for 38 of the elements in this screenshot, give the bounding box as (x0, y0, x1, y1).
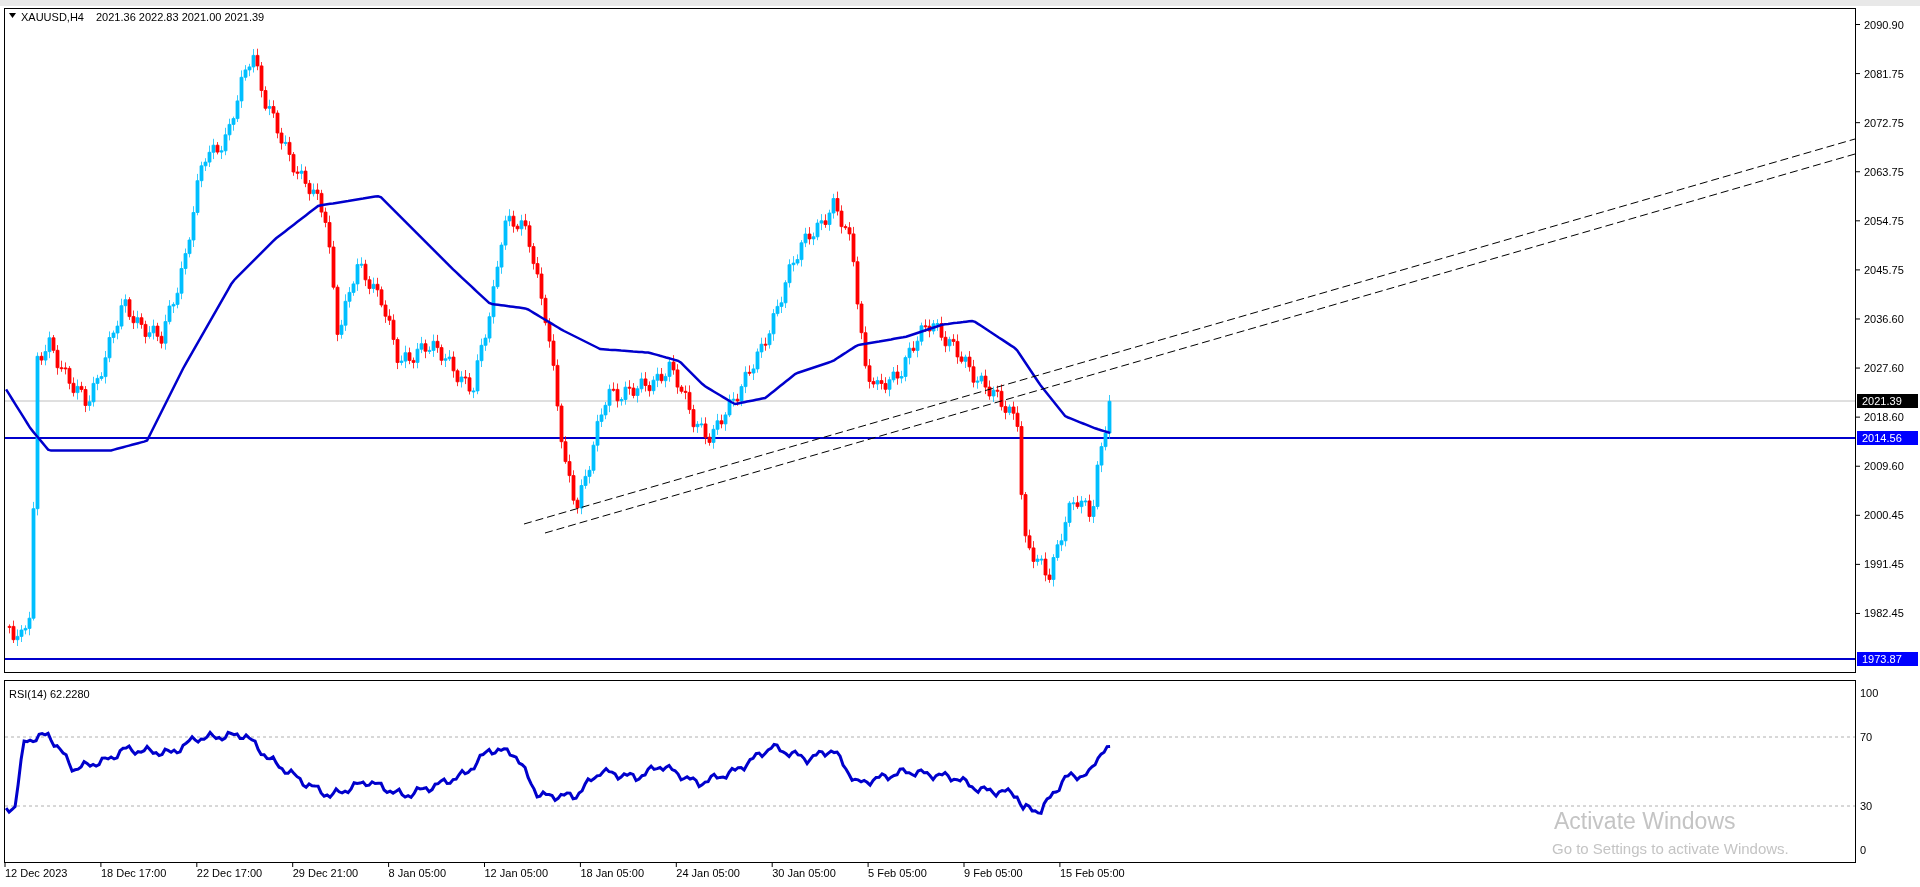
price-axis-label: 2045.75 (1864, 263, 1904, 276)
price-axis-label: 2018.60 (1864, 411, 1904, 424)
time-axis-label: 15 Feb 05:00 (1059, 867, 1125, 879)
time-axis-label: 30 Jan 05:00 (772, 867, 836, 879)
indicator-label: RSI(14) 62.2280 (9, 688, 90, 700)
price-axis-label: 2054.75 (1864, 214, 1904, 227)
price-tag: 2021.39 (1857, 394, 1918, 408)
time-axis-label: 18 Dec 17:00 (100, 867, 167, 879)
price-axis-label: 1982.45 (1864, 607, 1904, 620)
price-tag: 2014.56 (1857, 431, 1918, 445)
price-axis-label: 1991.45 (1864, 558, 1904, 571)
time-axis-label: 12 Jan 05:00 (484, 867, 549, 879)
time-axis-label: 22 Dec 17:00 (196, 867, 263, 879)
time-axis-label: 9 Feb 05:00 (964, 867, 1023, 879)
time-axis-label: 8 Jan 05:00 (388, 867, 447, 879)
price-tag: 1973.87 (1857, 652, 1918, 666)
price-axis-label: 2000.45 (1864, 509, 1904, 522)
dropdown-icon[interactable] (9, 13, 16, 18)
indicator-axis-label: 70 (1860, 731, 1873, 743)
indicator-axis-label: 30 (1860, 800, 1873, 812)
price-axis-label: 2072.75 (1864, 116, 1904, 129)
price-axis-label: 2081.75 (1864, 67, 1904, 80)
time-axis-label: 24 Jan 05:00 (676, 867, 740, 879)
time-axis-label: 12 Dec 2023 (5, 867, 68, 879)
time-axis-label: 29 Dec 21:00 (292, 867, 359, 879)
price-axis-label: 2036.60 (1864, 313, 1904, 325)
price-axis-label: 2063.75 (1864, 165, 1904, 178)
ohlc-values: 2021.36 2022.83 2021.00 2021.39 (96, 11, 265, 23)
activation-title: Activate Windows (1554, 808, 1736, 834)
indicator-axis-label: 100 (1860, 687, 1879, 699)
symbol-label: XAUUSD,H4 (21, 11, 84, 23)
indicator-axis-label: 0 (1860, 844, 1867, 856)
price-axis-label: 2009.60 (1864, 460, 1904, 473)
time-axis-label: 18 Jan 05:00 (580, 867, 645, 879)
time-axis-label: 5 Feb 05:00 (868, 867, 927, 879)
activation-hint: Go to Settings to activate Windows. (1552, 840, 1789, 857)
price-axis-label: 2090.90 (1864, 18, 1904, 31)
price-axis-label: 2027.60 (1864, 362, 1904, 375)
